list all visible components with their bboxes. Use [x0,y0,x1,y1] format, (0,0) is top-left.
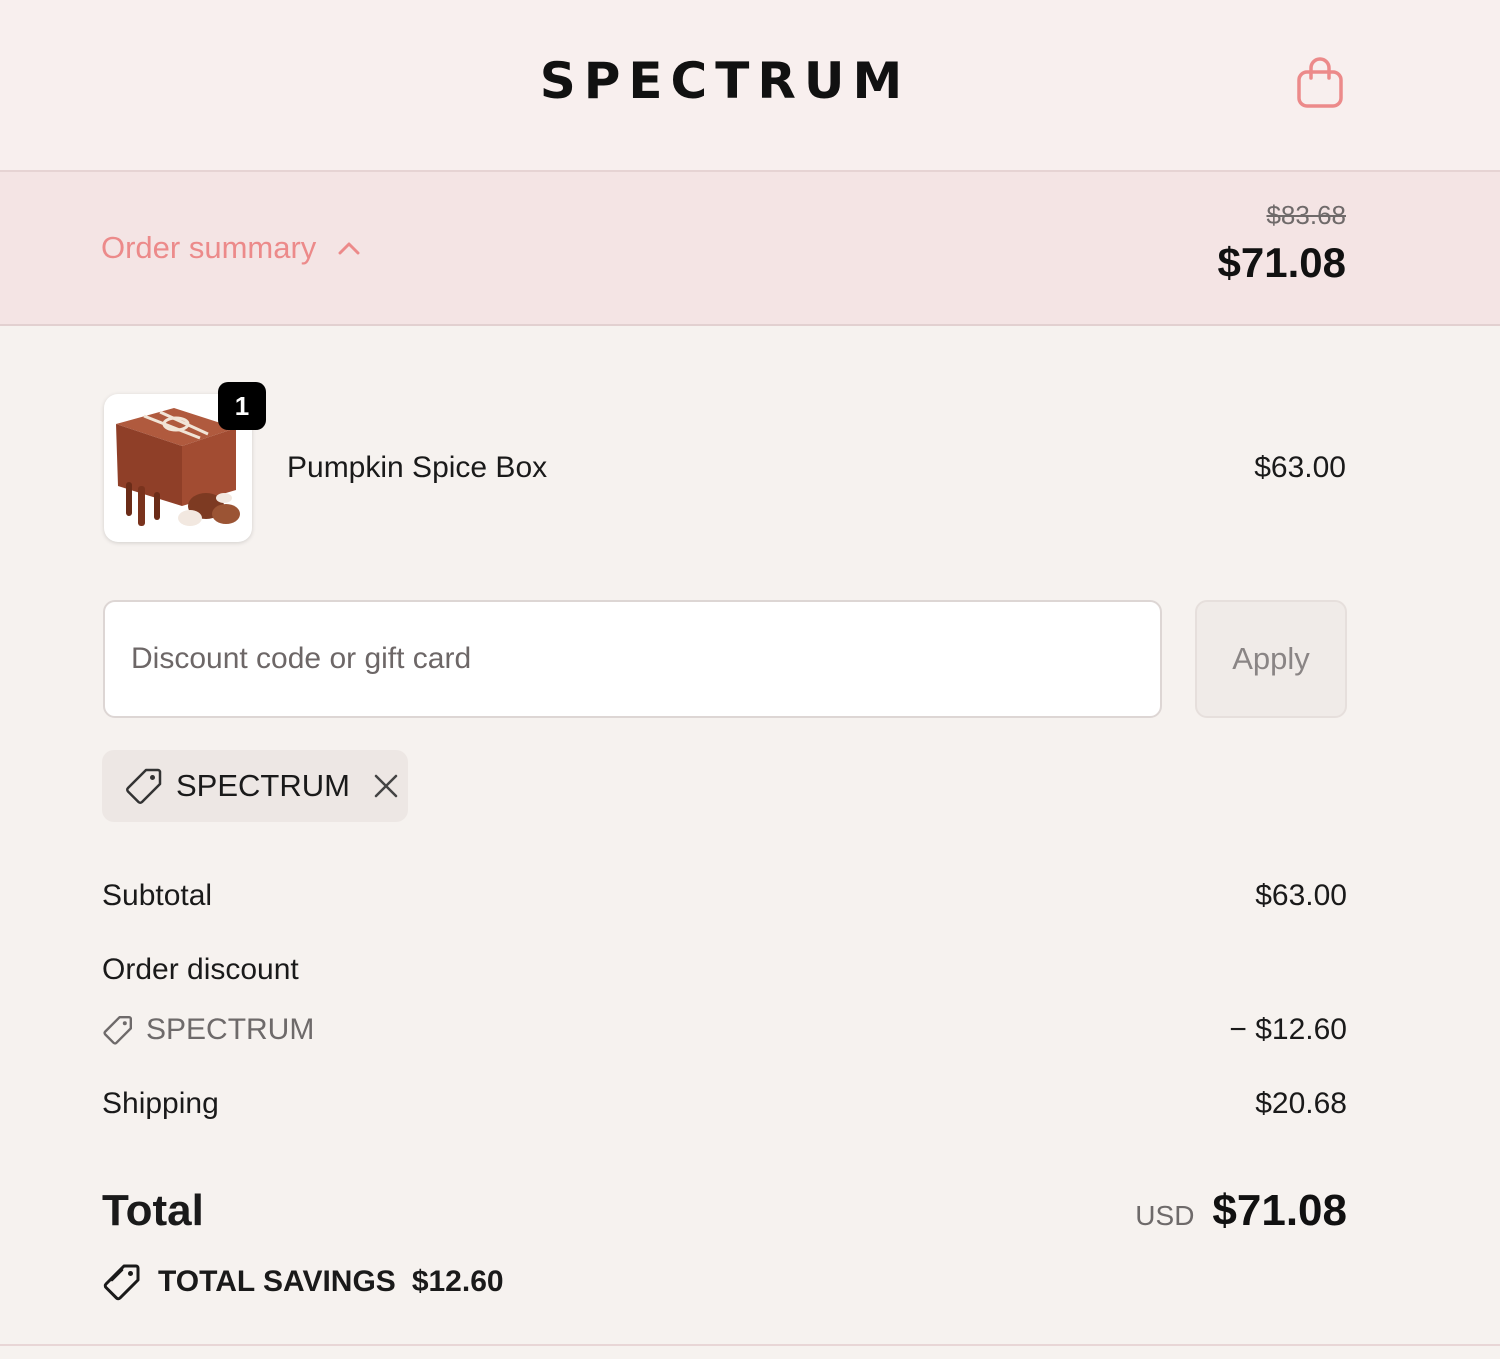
discount-code-text: SPECTRUM [146,1013,315,1046]
quantity-badge: 1 [218,382,266,430]
applied-discount-chip: SPECTRUM [102,750,408,822]
summary-prices: $83.68 $71.08 [1218,200,1346,287]
site-header: SPECTRUM [0,0,1500,172]
subtotal-value: $63.00 [1255,879,1347,912]
total-value-group: USD $71.08 [1135,1186,1347,1236]
original-price: $83.68 [1266,200,1346,230]
apply-discount-button[interactable]: Apply [1195,600,1347,718]
remove-discount-button[interactable] [372,772,400,800]
chevron-up-icon [338,242,360,255]
store-logo[interactable]: SPECTRUM [0,52,1450,110]
tag-icon [103,1016,132,1045]
order-discount-label: Order discount [102,953,299,986]
discount-code-line: SPECTRUM [102,1013,314,1047]
order-summary-toggle-bar[interactable]: Order summary $83.68 $71.08 [0,172,1500,326]
product-thumbnail: 1 [104,382,266,542]
tag-icon [126,768,162,804]
total-label: Total [102,1186,204,1235]
total-savings: TOTAL SAVINGS $12.60 [102,1262,504,1302]
applied-discount-code: SPECTRUM [176,768,350,803]
total-amount: $71.08 [1212,1186,1347,1235]
section-divider [0,1344,1500,1346]
discount-code-input[interactable] [103,600,1162,718]
summary-total-price: $71.08 [1217,239,1346,286]
savings-label: TOTAL SAVINGS [158,1265,396,1298]
currency-code: USD [1135,1200,1195,1231]
savings-tag-icon [103,1264,140,1301]
order-summary-label: Order summary [101,230,317,265]
shopping-bag-icon [1297,57,1343,108]
shipping-value: $20.68 [1255,1087,1347,1120]
discount-value: − $12.60 [1229,1013,1347,1046]
product-price: $63.00 [1254,451,1346,484]
order-summary-toggle[interactable]: Order summary [101,230,360,266]
shipping-label: Shipping [102,1087,219,1120]
product-name: Pumpkin Spice Box [287,451,548,484]
cart-button[interactable] [1294,54,1346,110]
subtotal-label: Subtotal [102,879,213,912]
savings-value: $12.60 [411,1265,504,1298]
close-icon [374,774,398,798]
